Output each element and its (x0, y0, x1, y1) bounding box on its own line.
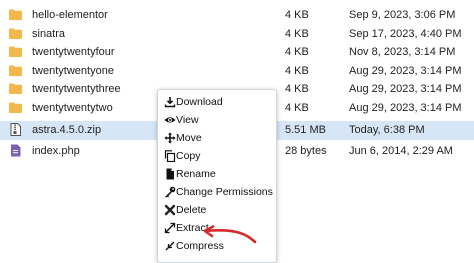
file-size: 4 KB (285, 27, 309, 40)
file-name[interactable]: twentytwentythree (32, 83, 121, 95)
menu-item-move[interactable]: Move (158, 129, 276, 147)
file-size: 4 KB (285, 83, 309, 96)
file-icon (166, 168, 174, 180)
file-size: 5.51 MB (285, 124, 326, 137)
file-modified: Sep 9, 2023, 3:06 PM (349, 9, 456, 21)
move-arrows-icon (164, 132, 176, 144)
file-size: 28 bytes (285, 145, 327, 157)
menu-item-label: Change Permissions (176, 186, 273, 198)
file-modified: Nov 8, 2023, 3:14 PM (349, 46, 456, 59)
file-modified: Aug 29, 2023, 3:14 PM (349, 83, 462, 96)
menu-item-view[interactable]: View (158, 111, 276, 129)
folder-icon (9, 83, 22, 95)
download-icon (164, 97, 176, 108)
menu-item-change-permissions[interactable]: Change Permissions (158, 183, 276, 201)
folder-icon (9, 65, 22, 76)
menu-item-label: Download (176, 96, 223, 108)
folder-icon (9, 28, 22, 39)
file-name[interactable]: astra.4.5.0.zip (32, 124, 101, 136)
file-modified: Aug 29, 2023, 3:14 PM (349, 102, 462, 114)
file-size: 4 KB (285, 46, 309, 59)
file-name[interactable]: twentytwentytwo (32, 102, 113, 114)
menu-item-label: Rename (176, 168, 216, 180)
folder-icon (9, 9, 22, 20)
file-name[interactable]: sinatra (32, 28, 65, 40)
expand-arrows-icon (164, 222, 176, 234)
zip-file-icon (10, 123, 21, 137)
file-size: 4 KB (285, 9, 309, 21)
file-modified: Jun 6, 2014, 2:29 AM (349, 145, 453, 157)
file-name[interactable]: twentytwentyone (32, 65, 114, 77)
folder-icon (9, 46, 22, 58)
file-row-sinatra[interactable]: sinatra 4 KB Sep 17, 2023, 4:40 PM (0, 25, 474, 44)
file-name[interactable]: index.php (32, 145, 80, 157)
menu-item-label: Copy (176, 150, 201, 162)
menu-item-rename[interactable]: Rename (158, 165, 276, 183)
compress-arrows-icon (165, 241, 175, 251)
folder-icon (9, 102, 22, 113)
menu-item-label: View (176, 114, 199, 126)
annotation-arrow-icon (203, 225, 257, 244)
copy-icon (164, 150, 176, 162)
file-row-hello-elementor[interactable]: hello-elementor 4 KB Sep 9, 2023, 3:06 P… (0, 6, 474, 25)
file-modified: Today, 6:38 PM (349, 124, 425, 137)
file-size: 4 KB (285, 64, 309, 77)
menu-item-label: Delete (176, 204, 207, 216)
file-modified: Sep 17, 2023, 4:40 PM (349, 27, 462, 40)
menu-item-label: Move (176, 132, 202, 144)
menu-item-copy[interactable]: Copy (158, 147, 276, 165)
menu-item-download[interactable]: Download (158, 93, 276, 111)
file-name[interactable]: twentytwentyfour (32, 46, 115, 58)
eye-icon (164, 117, 176, 123)
menu-item-delete[interactable]: Delete (158, 201, 276, 219)
file-modified: Aug 29, 2023, 3:14 PM (349, 64, 462, 77)
key-icon (165, 186, 176, 198)
file-name[interactable]: hello-elementor (32, 9, 108, 21)
php-file-icon (11, 144, 21, 157)
close-x-icon (164, 204, 176, 216)
file-row-twentytwentyone[interactable]: twentytwentyone 4 KB Aug 29, 2023, 3:14 … (0, 62, 474, 81)
file-size: 4 KB (285, 102, 309, 114)
file-row-twentytwentyfour[interactable]: twentytwentyfour 4 KB Nov 8, 2023, 3:14 … (0, 43, 474, 62)
